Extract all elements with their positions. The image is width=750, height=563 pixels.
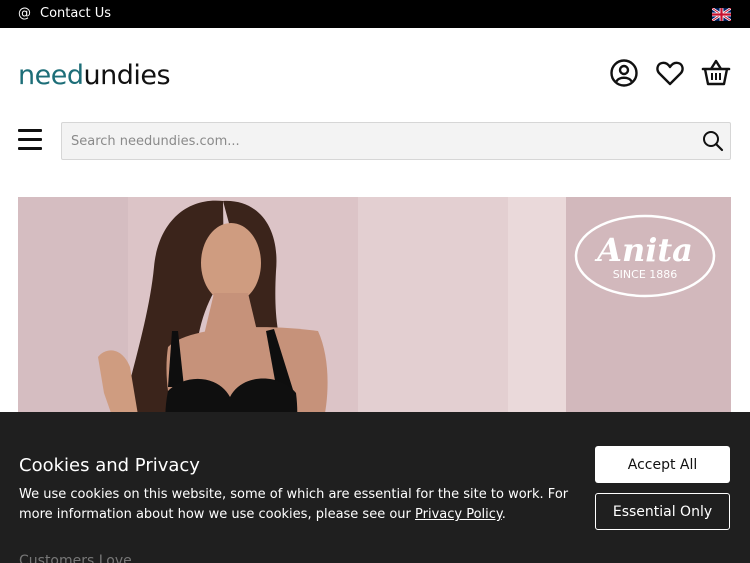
wishlist-heart-icon[interactable] <box>655 58 685 88</box>
cookie-text-after: . <box>501 507 506 522</box>
uk-flag-icon[interactable] <box>712 8 731 21</box>
cookie-banner-text: We use cookies on this website, some of … <box>19 485 579 525</box>
search-icon[interactable] <box>702 130 724 152</box>
essential-only-button[interactable]: Essential Only <box>595 493 730 530</box>
search-bar <box>61 122 731 160</box>
contact-us-link[interactable]: @ Contact Us <box>18 6 111 21</box>
basket-icon[interactable] <box>701 58 731 88</box>
at-icon: @ <box>18 6 31 21</box>
menu-hamburger-icon[interactable] <box>18 129 42 151</box>
anita-tagline: SINCE 1886 <box>613 268 678 281</box>
anita-brand-text: Anita <box>594 231 693 269</box>
search-input[interactable] <box>62 123 692 159</box>
cookie-banner: Cookies and Privacy We use cookies on th… <box>0 412 750 563</box>
accept-all-button[interactable]: Accept All <box>595 446 730 483</box>
logo-need: need <box>18 60 84 91</box>
account-icon[interactable] <box>609 58 639 88</box>
cookie-banner-title: Cookies and Privacy <box>19 455 200 476</box>
site-logo[interactable]: needundies <box>18 60 171 91</box>
contact-us-label: Contact Us <box>40 6 111 21</box>
privacy-policy-link[interactable]: Privacy Policy <box>415 507 502 522</box>
site-header: needundies <box>0 28 750 198</box>
logo-undies: undies <box>83 60 171 91</box>
top-bar: @ Contact Us <box>0 0 750 28</box>
customers-love-heading: Customers Love <box>19 553 132 563</box>
